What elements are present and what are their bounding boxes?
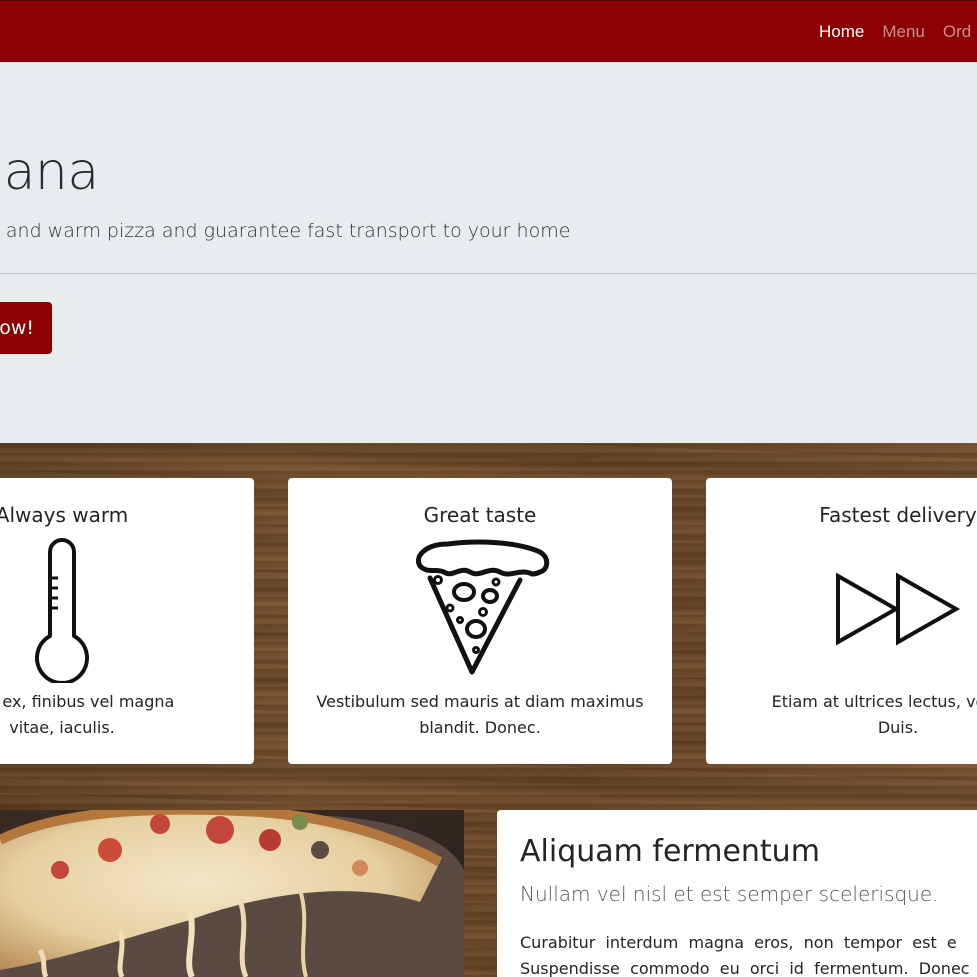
feature-card-warm: Always warm e felis ex, finibus vel magn… bbox=[0, 478, 254, 764]
hero: Pizzeriana We make really tasty and warm… bbox=[0, 62, 977, 443]
pizza-slice-icon bbox=[416, 539, 550, 675]
article-body: Curabitur interdum magna eros, non tempo… bbox=[520, 933, 977, 977]
hero-lead: We make really tasty and warm pizza and … bbox=[0, 220, 571, 242]
navbar: Home Menu Ord bbox=[0, 0, 977, 62]
feature-title: Always warm bbox=[0, 503, 129, 527]
feature-text: e felis ex, finibus vel magna vitae, iac… bbox=[0, 692, 175, 737]
article-title: Aliquam fermentum bbox=[520, 834, 820, 869]
feature-title: Great taste bbox=[423, 503, 537, 527]
features-section: Always warm e felis ex, finibus vel magn… bbox=[0, 443, 977, 977]
article-card: Aliquam fermentum Nullam vel nisl et est… bbox=[497, 810, 977, 977]
feature-title: Fastest delivery bbox=[819, 503, 977, 527]
feature-text: Vestibulum sed mauris at diam maximus bl… bbox=[316, 692, 644, 737]
nav-link-menu[interactable]: Menu bbox=[882, 22, 925, 42]
nav-links: Home Menu Ord bbox=[819, 1, 977, 63]
feature-card-taste: Great taste Vestibulum sed mauris at dia… bbox=[288, 478, 672, 764]
fast-forward-icon bbox=[836, 572, 961, 646]
hero-title: Pizzeriana bbox=[0, 142, 99, 202]
order-now-button[interactable]: Order now! bbox=[0, 302, 52, 354]
nav-link-home[interactable]: Home bbox=[819, 22, 864, 42]
nav-link-order[interactable]: Ord bbox=[943, 22, 971, 42]
feature-card-delivery: Fastest delivery Etiam at ultrices lectu… bbox=[706, 478, 977, 764]
article-subtitle: Nullam vel nisl et est semper scelerisqu… bbox=[520, 882, 939, 906]
hero-divider bbox=[0, 273, 977, 274]
pizza-photo bbox=[0, 810, 464, 977]
thermometer-icon bbox=[35, 538, 89, 683]
feature-text: Etiam at ultrices lectus, vel veh Duis. bbox=[771, 692, 977, 737]
